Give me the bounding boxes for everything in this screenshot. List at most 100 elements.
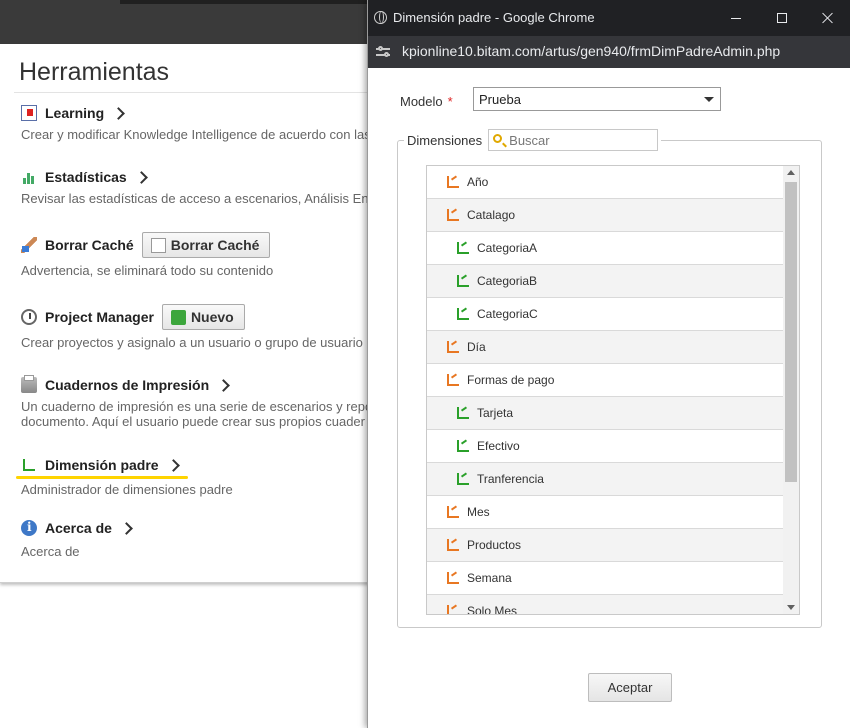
tool-cuadernos-desc: Un cuaderno de impresión es una serie de… [21,399,373,414]
scrollbar[interactable] [783,166,799,614]
chevron-right-icon[interactable] [217,378,231,392]
tool-estadisticas: Estadísticas Revisar las estadísticas de… [21,166,369,206]
tool-learning-desc: Crear y modificar Knowledge Intelligence… [21,127,371,142]
list-item-label: Catalago [467,208,516,222]
search-box[interactable] [488,129,659,151]
broom-icon [21,237,37,253]
parent-dimension-icon [447,209,459,221]
tool-borrar-cache-label: Borrar Caché [45,237,134,253]
learning-icon [21,105,37,121]
minimize-button[interactable] [713,0,759,36]
tool-dimension-padre-link[interactable]: Dimensión padre [45,457,159,473]
chevron-right-icon[interactable] [134,170,148,184]
scroll-up-arrow[interactable] [787,170,795,175]
list-item-label: Formas de pago [467,373,555,387]
divider [14,92,372,93]
dimensiones-legend: Dimensiones [404,129,662,151]
dimension-icon [21,457,37,473]
site-settings-icon[interactable] [376,45,390,59]
aceptar-button[interactable]: Aceptar [588,673,672,702]
tool-cuadernos: Cuadernos de Impresión Un cuaderno de im… [21,374,372,429]
tool-acerca-de-desc: Acerca de [21,544,80,559]
list-item[interactable]: Formas de pago [427,364,785,397]
list-item-label: Tarjeta [477,406,514,420]
child-dimension-icon [457,275,469,287]
highlight-underline [16,476,188,479]
tool-estadisticas-link[interactable]: Estadísticas [45,169,127,185]
borrar-cache-button-label: Borrar Caché [170,237,260,253]
parent-dimension-icon [447,572,459,584]
parent-dimension-icon [447,539,459,551]
add-icon [170,309,186,325]
popup-window: Dimensión padre - Google Chrome kpionlin… [367,0,850,728]
list-item[interactable]: Productos [427,529,785,562]
tool-project-manager-label: Project Manager [45,309,154,325]
tool-cuadernos-desc-2: documento. Aquí el usuario puede crear s… [21,414,365,429]
search-icon [493,134,503,143]
tool-cuadernos-link[interactable]: Cuadernos de Impresión [45,377,209,393]
dimensiones-label: Dimensiones [407,132,483,148]
dropdown-arrow-icon [704,97,714,102]
tool-borrar-cache: Borrar Caché Borrar Caché Advertencia, s… [21,232,273,278]
page-title: Herramientas [19,58,170,86]
list-item[interactable]: Día [427,331,785,364]
scrollbar-thumb[interactable] [785,182,797,482]
tool-acerca-de-link[interactable]: Acerca de [45,520,112,536]
list-item[interactable]: CategoriaB [427,265,785,298]
list-item[interactable]: Semana [427,562,785,595]
list-item-label: CategoriaA [477,241,538,255]
chevron-right-icon[interactable] [166,458,180,472]
close-button[interactable] [805,0,850,36]
dimension-list[interactable]: Solo Mes Semana Productos Mes Tranferencia Ef… [426,165,800,615]
chevron-right-icon[interactable] [120,521,133,535]
scroll-down-arrow[interactable] [787,605,795,610]
list-item-label: Productos [467,538,522,552]
modelo-select-value: Prueba [479,92,521,107]
parent-dimension-icon [447,506,459,518]
nuevo-button[interactable]: Nuevo [161,304,245,330]
list-item[interactable]: CategoriaC [427,298,785,331]
list-item[interactable]: Tarjeta [427,397,785,430]
parent-dimension-icon [447,341,459,353]
child-dimension-icon [457,242,469,254]
list-item[interactable]: Tranferencia [427,463,785,496]
list-item[interactable]: Año [427,166,785,199]
modelo-select[interactable]: Prueba [473,87,721,111]
tool-estadisticas-desc: Revisar las estadísticas de acceso a esc… [21,191,369,206]
window-titlebar[interactable]: Dimensión padre - Google Chrome [368,0,850,36]
list-item[interactable]: Efectivo [427,430,785,463]
parent-dimension-icon [447,605,459,614]
child-dimension-icon [457,407,469,419]
borrar-cache-button[interactable]: Borrar Caché [141,232,271,258]
list-item-label: Semana [467,571,512,585]
list-item-label: Año [467,175,489,189]
list-item-label: CategoriaC [477,307,538,321]
modelo-label: Modelo * [400,94,453,109]
parent-dimension-icon [447,176,459,188]
child-dimension-icon [457,440,469,452]
list-item-label: Efectivo [477,439,520,453]
list-item-label: Día [467,340,486,354]
tool-learning-link[interactable]: Learning [45,105,104,121]
list-item-label: Tranferencia [477,472,544,486]
list-item[interactable]: Mes [427,496,785,529]
dialog-content: Modelo * Prueba Dimensiones Solo Mes Seman… [368,68,850,728]
chevron-right-icon[interactable] [112,106,125,120]
printer-icon [21,375,37,393]
stats-icon [21,169,37,185]
maximize-button[interactable] [759,0,805,36]
tool-project-manager: Project Manager Nuevo Crear proyectos y … [21,304,363,350]
tool-acerca-de: Acerca de Acerca de [21,517,133,559]
modelo-label-text: Modelo [400,94,443,109]
list-item[interactable]: Solo Mes [427,595,785,614]
tool-learning: Learning Crear y modificar Knowledge Int… [21,102,371,142]
list-item[interactable]: Catalago [427,199,785,232]
required-mark: * [447,94,453,109]
tool-borrar-cache-desc: Advertencia, se eliminará todo su conten… [21,263,274,278]
search-input[interactable] [509,132,650,148]
list-item-label: CategoriaB [477,274,538,288]
globe-icon [374,11,387,24]
herramientas-panel: Herramientas Learning Crear y modificar … [0,44,373,583]
address-bar[interactable]: kpionline10.bitam.com/artus/gen940/frmDi… [368,36,850,68]
list-item[interactable]: CategoriaA [427,232,785,265]
